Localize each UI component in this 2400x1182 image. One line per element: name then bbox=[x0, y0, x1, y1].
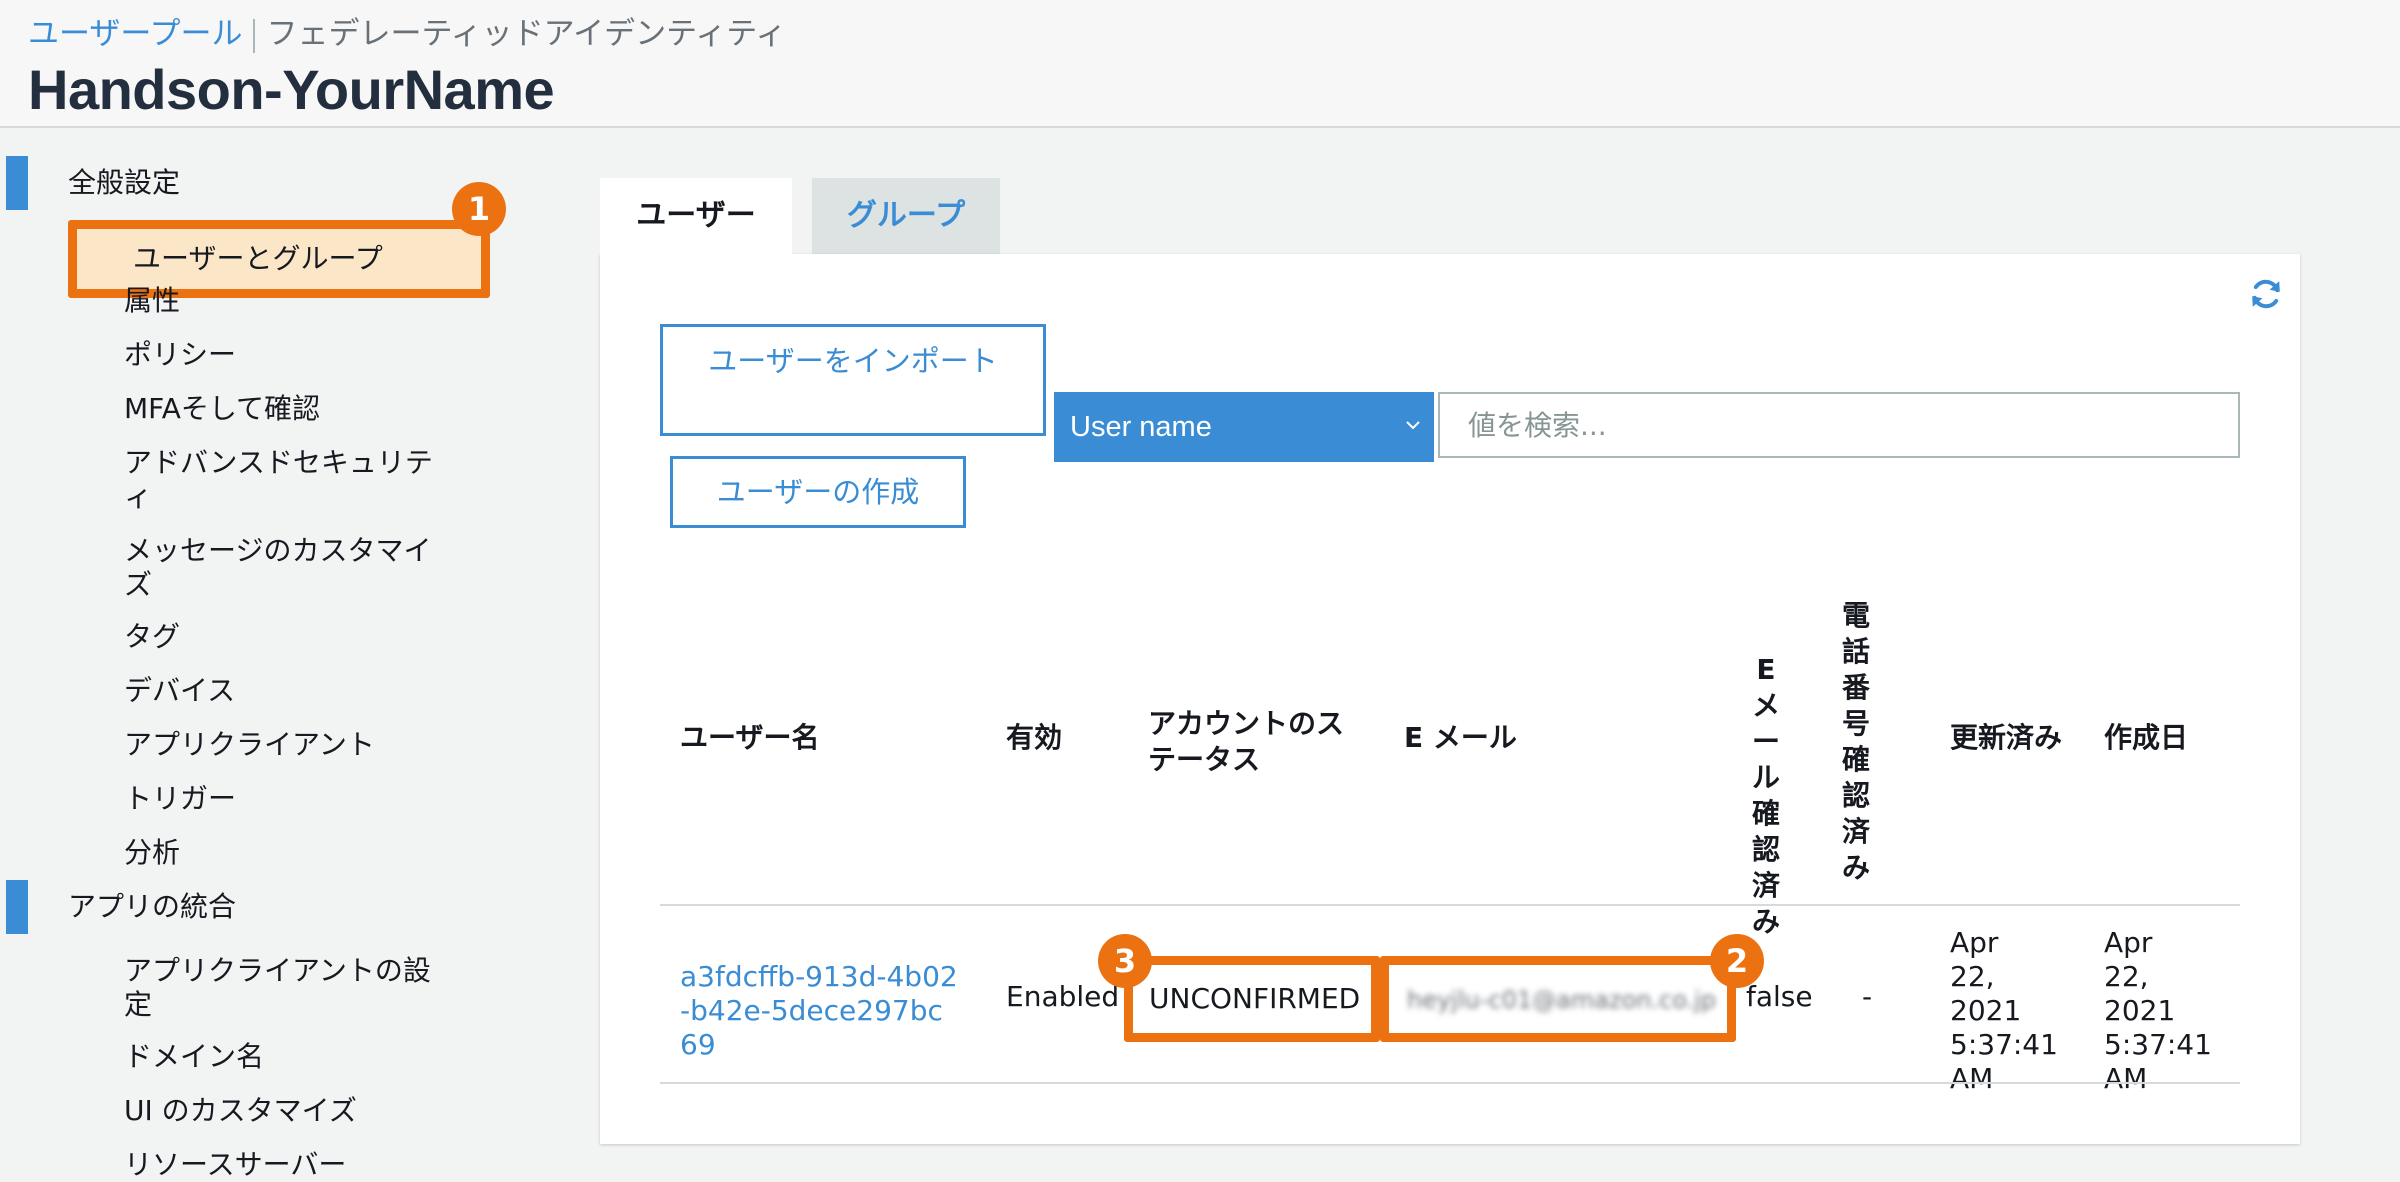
cell-created: Apr 22, 2021 5:37:41 AM bbox=[2104, 926, 2212, 1095]
sidebar-item-label: ユーザーとグループ bbox=[133, 242, 383, 275]
cell-account-status: UNCONFIRMED bbox=[1124, 956, 1380, 1042]
column-header-created[interactable]: 作成日 bbox=[2104, 720, 2224, 756]
table-row-divider bbox=[660, 1082, 2240, 1084]
chevron-down-icon bbox=[1406, 421, 1420, 430]
breadcrumb-user-pools-link[interactable]: ユーザープール bbox=[28, 16, 243, 52]
sidebar-item-attributes[interactable]: 属性 bbox=[124, 284, 444, 318]
sidebar-section-app-integration-label: アプリの統合 bbox=[68, 890, 237, 923]
page-title: Handson-YourName bbox=[28, 58, 555, 121]
sidebar: 全般設定 ユーザーとグループ 1 属性 ポリシー MFAそして確認 アドバンスド… bbox=[0, 140, 560, 1181]
create-user-button[interactable]: ユーザーの作成 bbox=[670, 456, 966, 528]
section-marker bbox=[6, 880, 28, 934]
sidebar-item-app-client-settings[interactable]: アプリクライアントの設定 bbox=[124, 954, 444, 1022]
section-marker bbox=[6, 156, 28, 210]
sidebar-item-devices[interactable]: デバイス bbox=[124, 674, 444, 708]
annotation-badge-3: 3 bbox=[1098, 934, 1152, 988]
sidebar-section-general-label: 全般設定 bbox=[68, 166, 181, 199]
sidebar-item-advanced-security[interactable]: アドバンスドセキュリティ bbox=[124, 446, 444, 514]
sidebar-item-app-clients[interactable]: アプリクライアント bbox=[124, 728, 444, 762]
sidebar-item-ui-customization[interactable]: UI のカスタマイズ bbox=[124, 1094, 444, 1128]
breadcrumb-separator bbox=[252, 18, 255, 53]
column-header-email[interactable]: E メール bbox=[1404, 720, 1624, 756]
refresh-icon[interactable] bbox=[2248, 276, 2284, 312]
email-value-blurred: heyjlu-c01@amazon.co.jp bbox=[1407, 986, 1717, 1014]
cell-email-verified: false bbox=[1746, 980, 1813, 1013]
column-header-phone-verified[interactable]: 電話番号確認済み bbox=[1836, 598, 1876, 886]
column-header-username[interactable]: ユーザー名 bbox=[680, 720, 940, 756]
sidebar-item-message-customization[interactable]: メッセージのカスタマイズ bbox=[124, 534, 444, 602]
user-link[interactable]: a3fdcffb-913d-4b02-b42e-5dece297bc69 bbox=[680, 960, 960, 1062]
cell-phone-verified: - bbox=[1862, 980, 1873, 1013]
import-users-button[interactable]: ユーザーをインポート bbox=[660, 324, 1046, 436]
breadcrumb-federated-identities[interactable]: フェデレーティッドアイデンティティ bbox=[267, 16, 787, 52]
sidebar-item-triggers[interactable]: トリガー bbox=[124, 782, 444, 816]
cell-email: heyjlu-c01@amazon.co.jp bbox=[1380, 956, 1736, 1042]
tab-groups[interactable]: グループ bbox=[812, 178, 1000, 254]
tab-users[interactable]: ユーザー bbox=[600, 178, 792, 254]
cell-updated: Apr 22, 2021 5:37:41 AM bbox=[1950, 926, 2058, 1095]
page-header: ユーザープール フェデレーティッドアイデンティティ Handson-YourNam… bbox=[0, 0, 2400, 128]
sidebar-item-analytics[interactable]: 分析 bbox=[124, 836, 444, 870]
annotation-badge-2: 2 bbox=[1710, 934, 1764, 988]
attribute-select[interactable]: User name bbox=[1054, 392, 1434, 462]
attribute-select-value: User name bbox=[1070, 411, 1212, 443]
column-header-status[interactable]: アカウントのステータス bbox=[1148, 706, 1368, 778]
column-header-updated[interactable]: 更新済み bbox=[1950, 720, 2090, 756]
column-header-enabled[interactable]: 有効 bbox=[1006, 720, 1126, 756]
cell-enabled: Enabled bbox=[1006, 980, 1120, 1013]
sidebar-item-domain-name[interactable]: ドメイン名 bbox=[124, 1040, 444, 1074]
sidebar-item-mfa[interactable]: MFAそして確認 bbox=[124, 392, 444, 426]
users-panel: ユーザーをインポート ユーザーの作成 User name ユーザー名 有効 アカ… bbox=[600, 254, 2300, 1144]
sidebar-item-tags[interactable]: タグ bbox=[124, 620, 444, 654]
annotation-badge-1: 1 bbox=[452, 182, 506, 236]
sidebar-item-resource-servers[interactable]: リソースサーバー bbox=[124, 1148, 444, 1182]
table-header-divider bbox=[660, 904, 2240, 906]
sidebar-item-policies[interactable]: ポリシー bbox=[124, 338, 444, 372]
column-header-email-verified[interactable]: E メール確認済み bbox=[1746, 652, 1786, 940]
search-input[interactable] bbox=[1438, 392, 2240, 458]
breadcrumb: ユーザープール フェデレーティッドアイデンティティ bbox=[28, 14, 786, 54]
